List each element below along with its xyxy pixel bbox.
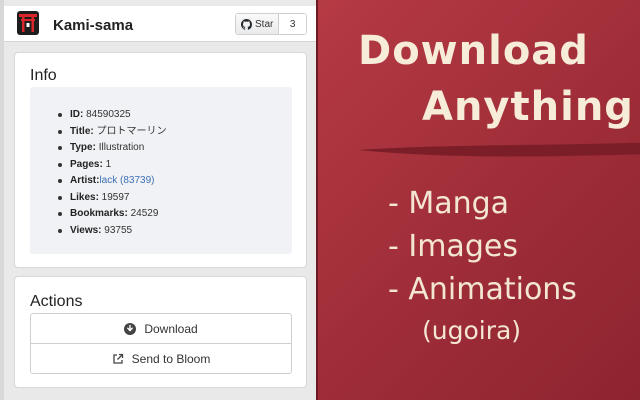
info-value: 84590325 <box>83 109 131 120</box>
info-item-id: ID: 84590325 <box>58 107 167 124</box>
promo-headline-1: Download <box>358 28 589 74</box>
info-key: Title: <box>70 125 94 137</box>
info-key: Artist: <box>70 175 100 186</box>
info-box: ID: 84590325 Title: プロトマーリン Type: Illust… <box>30 87 292 254</box>
swoosh-decoration <box>358 142 640 157</box>
info-value: 24529 <box>127 208 159 219</box>
info-key: Type: <box>70 142 96 153</box>
app-title: Kami-sama <box>53 17 134 34</box>
popup-edge <box>0 0 4 400</box>
github-star-part[interactable]: Star <box>236 14 280 34</box>
info-key: Likes: <box>70 191 99 203</box>
actions-title: Actions <box>30 293 83 310</box>
promo-feature-item: - Images <box>388 229 518 264</box>
promo-panel: Download Anything - Manga - Images - Ani… <box>318 0 640 400</box>
popup-header: Kami-sama Star 3 <box>4 6 316 42</box>
promo-feature-item: - Manga <box>388 186 510 221</box>
info-item-artist: Artist:lack (83739) <box>58 173 167 190</box>
info-key: Views: <box>70 224 102 236</box>
download-label: Download <box>144 321 198 336</box>
promo-note: (ugoira) <box>422 316 522 345</box>
info-item-likes: Likes: 19597 <box>58 190 167 207</box>
github-icon <box>241 18 252 30</box>
info-key: ID: <box>70 109 84 120</box>
download-circle-icon <box>124 322 137 335</box>
github-star-count[interactable]: 3 <box>279 14 306 34</box>
github-star-button[interactable]: Star 3 <box>235 13 307 35</box>
info-value: プロトマーリン <box>93 125 167 137</box>
info-title: Info <box>30 67 57 84</box>
promo-headline-2: Anything <box>422 84 634 130</box>
info-item-views: Views: 93755 <box>58 223 167 240</box>
info-key: Bookmarks: <box>70 208 128 219</box>
info-item-bookmarks: Bookmarks: 24529 <box>58 206 167 223</box>
info-item-pages: Pages: 1 <box>58 157 167 174</box>
promo-feature-list: - Manga - Images - Animations <box>388 182 577 311</box>
info-item-type: Type: Illustration <box>58 140 167 157</box>
info-key: Pages: <box>70 158 103 170</box>
info-list: ID: 84590325 Title: プロトマーリン Type: Illust… <box>58 107 167 239</box>
info-card: Info ID: 84590325 Title: プロトマーリン Type: I… <box>14 52 307 268</box>
external-link-icon <box>112 353 123 364</box>
bloom-label: Send to Bloom <box>131 351 211 366</box>
promo-feature-item: - Animations <box>388 272 577 307</box>
info-item-title: Title: プロトマーリン <box>58 124 167 141</box>
send-to-bloom-button[interactable]: Send to Bloom <box>30 343 292 374</box>
actions-card: Actions Download Send to Bloom <box>14 276 307 388</box>
artist-link[interactable]: lack (83739) <box>99 175 154 186</box>
info-value: 1 <box>102 158 112 170</box>
info-value: Illustration <box>95 142 145 153</box>
info-value: 93755 <box>101 224 133 236</box>
download-button[interactable]: Download <box>30 313 292 344</box>
extension-popup: Kami-sama Star 3 Info ID: 84590325 Title… <box>0 0 318 400</box>
info-value: 19597 <box>98 191 130 203</box>
torii-logo-icon <box>17 11 39 35</box>
github-star-label: Star <box>255 18 274 30</box>
